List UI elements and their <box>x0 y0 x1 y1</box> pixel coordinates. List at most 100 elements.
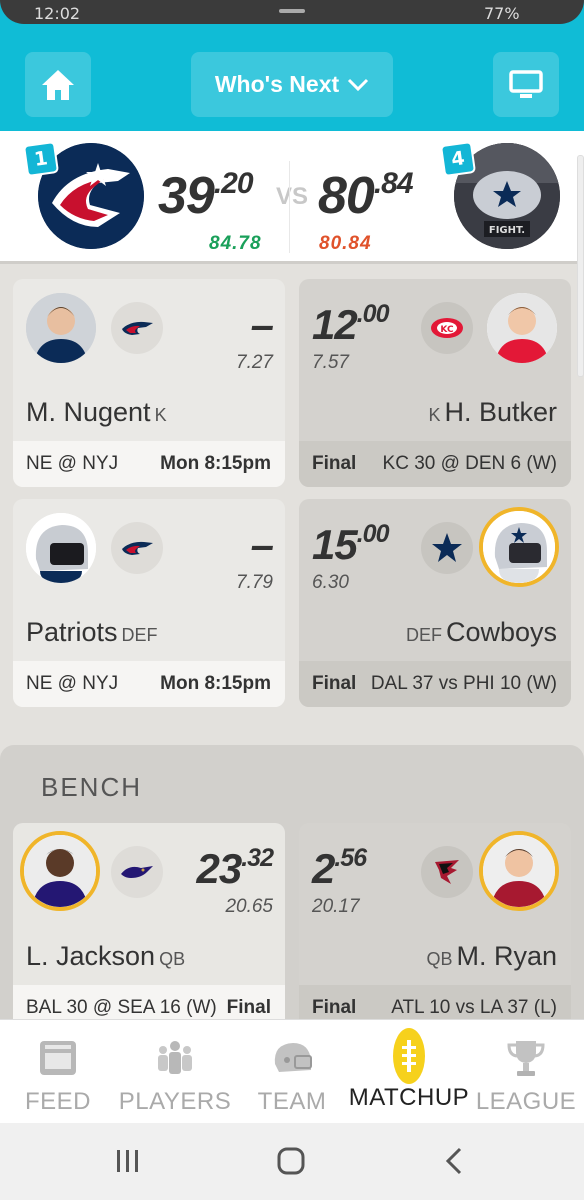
game-status: Final <box>312 673 357 694</box>
player-points: 12.00 <box>312 300 390 349</box>
team-chip <box>111 302 163 354</box>
player-name-line: DEF Cowboys <box>402 617 557 648</box>
team-chip <box>421 846 473 898</box>
game-info: Final DAL 37 vs PHI 10 (W) <box>299 661 571 707</box>
player-name: Patriots <box>26 617 118 647</box>
game-info: NE @ NYJ Mon 8:15pm <box>13 441 285 487</box>
player-position: DEF <box>405 625 442 645</box>
vs-label: VS <box>276 183 309 210</box>
app-header: Who's Next <box>0 40 584 131</box>
player-avatar <box>26 293 96 363</box>
back-icon <box>445 1147 462 1175</box>
player-card[interactable]: – 7.79 Patriots DEF NE @ NYJ Mon 8:15pm <box>13 499 285 707</box>
game-result: BAL 30 @ SEA 16 (W) <box>26 997 217 1018</box>
status-bar: 12:02 77% <box>0 0 584 40</box>
shade-handle[interactable] <box>279 9 305 13</box>
points-dec: .00 <box>356 520 390 548</box>
projected-left: 84.78 <box>209 233 262 254</box>
player-avatar <box>479 831 559 911</box>
week-selector-label: Who's Next <box>214 71 340 97</box>
ravens-icon <box>121 866 153 878</box>
team-chip <box>111 522 163 574</box>
game-result: ATL 10 vs LA 37 (L) <box>391 997 557 1018</box>
player-name: M. Ryan <box>456 941 557 971</box>
player-card[interactable]: 23.32 20.65 L. Jackson QB BAL 30 @ SEA 16… <box>13 823 285 1031</box>
player-card[interactable]: 2.56 20.17 QB M. Ryan Final ATL 10 vs LA … <box>299 823 571 1031</box>
football-icon <box>393 1028 425 1084</box>
player-card[interactable]: 15.00 6.30 DEF Cowboys Final DAL 37 vs PH… <box>299 499 571 707</box>
points-int: 12 <box>312 301 358 348</box>
player-position: QB <box>426 949 453 969</box>
player-projection: 20.17 <box>312 896 360 917</box>
team-chip <box>421 522 473 574</box>
recent-apps-button[interactable] <box>108 1143 148 1179</box>
points-int: 2 <box>312 845 335 892</box>
tab-players[interactable]: PLAYERS <box>118 1020 232 1124</box>
rank-badge-right: 4 <box>439 140 477 178</box>
screen-button[interactable] <box>493 52 559 117</box>
team-chip: KC <box>421 302 473 354</box>
score-divider <box>289 161 290 253</box>
points-int: 23 <box>196 845 243 892</box>
player-name-line: QB M. Ryan <box>422 941 557 972</box>
patriots-icon <box>122 541 153 555</box>
status-battery: 77% <box>484 4 520 23</box>
player-name: M. Nugent <box>26 397 151 427</box>
player-avatar <box>487 293 557 363</box>
projected-right: 80.84 <box>319 233 372 254</box>
rank-badge-left: 1 <box>22 140 60 178</box>
player-points: 2.56 <box>312 844 367 893</box>
player-points: 15.00 <box>312 520 390 569</box>
game-time: Mon 8:15pm <box>160 673 271 694</box>
home-icon <box>42 69 74 100</box>
chevron-down-icon <box>348 78 369 91</box>
game-status: Final <box>312 453 357 474</box>
score-left-int: 39 <box>158 167 215 225</box>
player-name: Cowboys <box>445 617 557 647</box>
points-int: – <box>250 521 274 568</box>
player-card[interactable]: – 7.27 M. Nugent K NE @ NYJ Mon 8:15pm <box>13 279 285 487</box>
recent-apps-icon <box>117 1150 138 1172</box>
bottom-tab-bar: FEED PLAYERS TEAM MATCHUP LEAGUE <box>0 1019 584 1123</box>
tab-league[interactable]: LEAGUE <box>476 1020 576 1124</box>
score-left: 39.20 <box>158 166 254 226</box>
tab-feed[interactable]: FEED <box>20 1020 96 1124</box>
game-matchup: NE @ NYJ <box>26 673 119 694</box>
player-avatar <box>26 513 96 583</box>
player-projection: 7.27 <box>236 352 273 373</box>
matchup-scoreboard: 1 39.20 VS 80.84 84.78 80.84 FIGHT. 4 <box>0 131 584 264</box>
game-result: DAL 37 vs PHI 10 (W) <box>370 673 557 694</box>
score-right: 80.84 <box>318 166 414 226</box>
player-avatar <box>20 831 100 911</box>
trophy-icon <box>507 1041 545 1076</box>
tab-players-label: PLAYERS <box>118 1088 232 1115</box>
week-selector-button[interactable]: Who's Next <box>191 52 393 117</box>
home-button[interactable] <box>25 52 91 117</box>
player-name: H. Butker <box>444 397 557 427</box>
score-right-dec: .84 <box>373 166 414 200</box>
player-card[interactable]: 12.00 7.57 KC K H. Butker Final KC 30 @ D… <box>299 279 571 487</box>
game-status: Final <box>312 997 357 1018</box>
player-position: K <box>428 405 441 425</box>
home-nav-button[interactable] <box>270 1143 312 1179</box>
tab-team[interactable]: TEAM <box>252 1020 332 1124</box>
player-points: – <box>250 301 274 349</box>
system-nav-bar <box>0 1123 584 1200</box>
tab-matchup[interactable]: MATCHUP <box>348 1020 470 1124</box>
game-status: Final <box>226 997 271 1019</box>
tab-matchup-label: MATCHUP <box>348 1084 470 1111</box>
player-name-line: L. Jackson QB <box>26 941 189 972</box>
cowboys-star-icon <box>432 533 462 562</box>
circle-home-icon <box>277 1147 305 1175</box>
scrollbar[interactable] <box>577 155 584 377</box>
player-name-line: Patriots DEF <box>26 617 162 648</box>
back-nav-button[interactable] <box>436 1143 472 1179</box>
game-time: Mon 8:15pm <box>160 453 271 474</box>
tab-feed-label: FEED <box>24 1088 91 1115</box>
status-time: 12:02 <box>34 4 81 23</box>
game-matchup: NE @ NYJ <box>26 453 119 474</box>
points-int: – <box>250 301 274 348</box>
player-position: QB <box>159 949 186 969</box>
game-info: Final KC 30 @ DEN 6 (W) <box>299 441 571 487</box>
points-dec: .00 <box>356 300 390 328</box>
